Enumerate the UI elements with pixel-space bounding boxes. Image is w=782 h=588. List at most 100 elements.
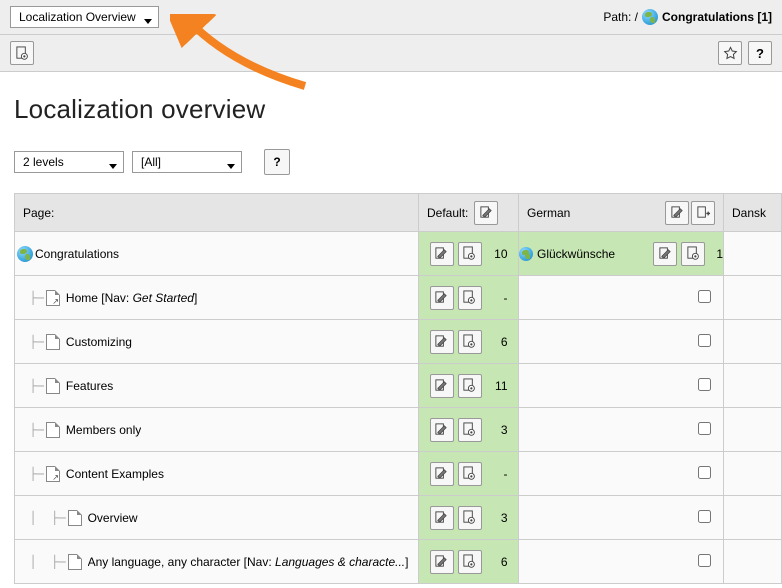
- page-icon: [46, 422, 60, 438]
- col-page-label: Page:: [23, 206, 54, 220]
- new-german-lang-button[interactable]: [691, 201, 715, 225]
- edit-page-icon: [434, 554, 449, 569]
- page-icon: [46, 378, 60, 394]
- default-count: 3: [490, 423, 508, 437]
- edit-german-lang-button[interactable]: [665, 201, 689, 225]
- edit-page-button[interactable]: [430, 330, 454, 354]
- page-title-cell[interactable]: Content Examples: [66, 467, 164, 481]
- default-count: -: [490, 291, 508, 305]
- document-eye-icon: [462, 422, 477, 437]
- edit-page-icon: [434, 422, 449, 437]
- edit-page-button[interactable]: [430, 418, 454, 442]
- help-button[interactable]: ?: [748, 41, 772, 65]
- table-row: │ ├─ Any language, any character [Nav: L…: [15, 540, 782, 584]
- tree-indent: │ ├─: [15, 511, 66, 525]
- translate-checkbox[interactable]: [698, 422, 711, 435]
- view-page-button[interactable]: [458, 242, 482, 266]
- document-eye-icon: [462, 510, 477, 525]
- page-icon: [68, 554, 82, 570]
- edit-page-button[interactable]: [430, 286, 454, 310]
- page-title-cell[interactable]: Features: [66, 379, 113, 393]
- new-page-icon: [696, 205, 711, 220]
- tree-indent: ├─: [15, 291, 44, 305]
- language-filter-label: [All]: [141, 155, 161, 169]
- translation-title[interactable]: Glückwünsche: [537, 247, 649, 261]
- page-title-cell[interactable]: Overview: [88, 511, 138, 525]
- edit-page-icon: [479, 205, 494, 220]
- edit-page-button[interactable]: [430, 550, 454, 574]
- page-icon: [68, 510, 82, 526]
- language-filter-select[interactable]: [All]: [132, 151, 242, 173]
- edit-page-icon: [434, 378, 449, 393]
- view-page-button[interactable]: [458, 462, 482, 486]
- view-page-button[interactable]: [458, 418, 482, 442]
- view-page-button[interactable]: [458, 374, 482, 398]
- default-count: 10: [490, 247, 508, 261]
- chevron-down-icon: [144, 13, 152, 27]
- table-row: ├─ Home [Nav: Get Started] -: [15, 276, 782, 320]
- view-translation-button[interactable]: [681, 242, 705, 266]
- table-row: ├─ Features 11: [15, 364, 782, 408]
- view-page-button[interactable]: [458, 286, 482, 310]
- edit-translation-button[interactable]: [653, 242, 677, 266]
- page-title-cell[interactable]: Home [Nav: Get Started]: [66, 291, 197, 305]
- translation-count: 1: [709, 247, 723, 261]
- document-eye-icon: [462, 334, 477, 349]
- filter-controls: 2 levels [All] ?: [14, 149, 782, 175]
- document-eye-icon: [462, 554, 477, 569]
- chevron-down-icon: [109, 158, 117, 172]
- view-page-button[interactable]: [458, 550, 482, 574]
- view-page-button[interactable]: [458, 330, 482, 354]
- translate-checkbox[interactable]: [698, 334, 711, 347]
- translate-checkbox[interactable]: [698, 510, 711, 523]
- tree-indent: ├─: [15, 335, 44, 349]
- page-title: Localization overview: [14, 94, 782, 125]
- edit-page-icon: [658, 246, 673, 261]
- page-icon: [46, 334, 60, 350]
- module-select[interactable]: Localization Overview: [10, 6, 159, 28]
- shortcut-page-icon: [46, 466, 60, 482]
- view-page-button[interactable]: [458, 506, 482, 530]
- star-icon: [723, 46, 738, 61]
- document-eye-icon: [462, 290, 477, 305]
- edit-page-icon: [434, 510, 449, 525]
- translate-checkbox[interactable]: [698, 290, 711, 303]
- breadcrumb: Path: / Congratulations [1]: [603, 9, 772, 25]
- document-eye-icon: [462, 246, 477, 261]
- col-default-label: Default:: [427, 206, 468, 220]
- default-count: 6: [490, 335, 508, 349]
- edit-page-icon: [434, 246, 449, 261]
- edit-page-icon: [434, 334, 449, 349]
- bookmark-button[interactable]: [718, 41, 742, 65]
- default-count: 3: [490, 511, 508, 525]
- edit-default-lang-button[interactable]: [474, 201, 498, 225]
- page-title-cell[interactable]: Congratulations: [35, 247, 119, 261]
- page-title-cell[interactable]: Any language, any character [Nav: Langua…: [88, 555, 409, 569]
- tree-indent: ├─: [15, 379, 44, 393]
- table-row: │ ├─ Overview 3: [15, 496, 782, 540]
- edit-page-button[interactable]: [430, 242, 454, 266]
- chevron-down-icon: [227, 158, 235, 172]
- default-count: 11: [490, 379, 508, 393]
- document-eye-icon: [15, 46, 30, 61]
- col-dansk-label: Dansk: [732, 206, 766, 220]
- edit-page-button[interactable]: [430, 506, 454, 530]
- globe-icon: [642, 9, 658, 25]
- context-help-button[interactable]: ?: [264, 149, 290, 175]
- translate-checkbox[interactable]: [698, 466, 711, 479]
- table-header-row: Page: Default: German: [15, 194, 782, 232]
- document-eye-icon: [462, 466, 477, 481]
- translate-checkbox[interactable]: [698, 554, 711, 567]
- edit-page-button[interactable]: [430, 462, 454, 486]
- edit-page-icon: [670, 205, 685, 220]
- question-icon: ?: [756, 46, 764, 61]
- translate-checkbox[interactable]: [698, 378, 711, 391]
- depth-select[interactable]: 2 levels: [14, 151, 124, 173]
- edit-page-button[interactable]: [430, 374, 454, 398]
- default-count: 6: [490, 555, 508, 569]
- page-title-cell[interactable]: Customizing: [66, 335, 132, 349]
- view-page-button[interactable]: [10, 41, 34, 65]
- table-row: ├─ Customizing 6: [15, 320, 782, 364]
- path-prefix: Path: /: [603, 10, 638, 24]
- page-title-cell[interactable]: Members only: [66, 423, 141, 437]
